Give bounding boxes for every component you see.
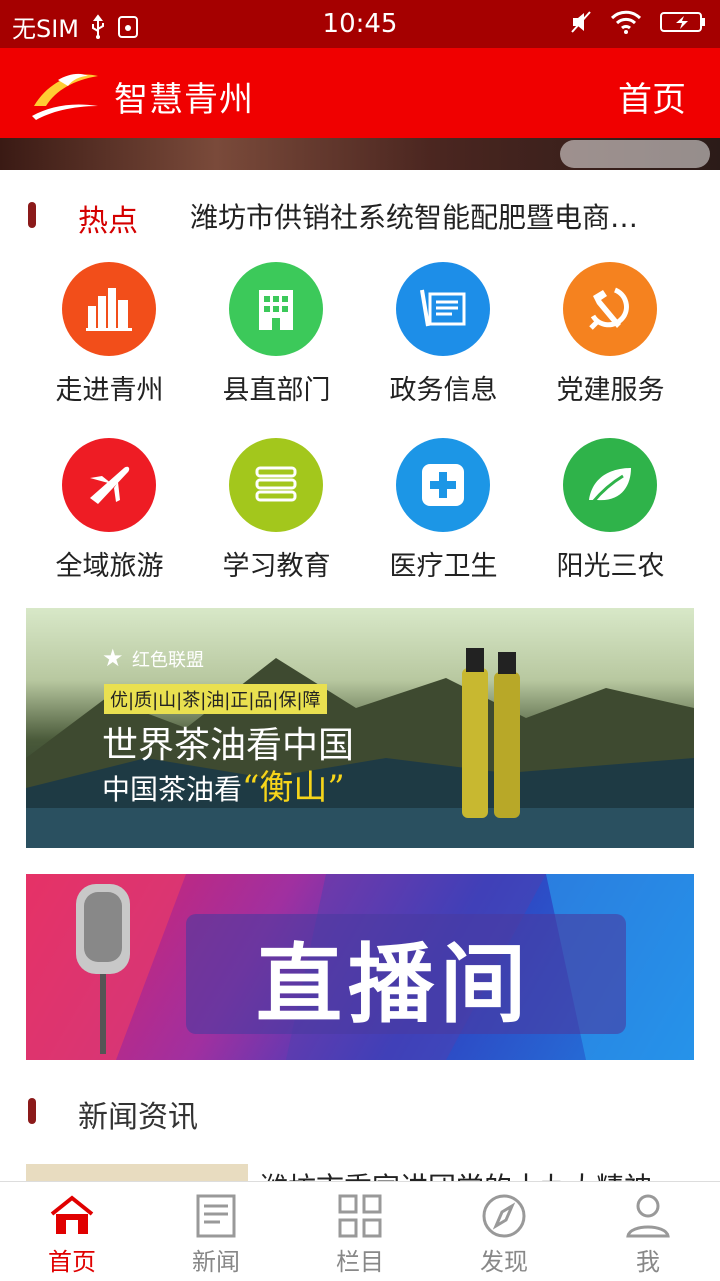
grid-item-6[interactable]: 医疗卫生 [360,434,527,610]
live-room-banner[interactable]: 直播间 [26,874,694,1060]
grid-item-2[interactable]: 政务信息 [360,258,527,434]
mute-icon [571,11,591,33]
grid-item-0[interactable]: 走进青州 [26,258,193,434]
tab-home[interactable]: 首页 [0,1182,144,1281]
leaf-icon [589,468,631,503]
grid-item-7[interactable]: 阳光三农 [527,434,694,610]
carousel-banner[interactable] [0,138,720,170]
tab-columns[interactable]: 栏目 [288,1182,432,1281]
medical-cross-icon [422,464,464,506]
app-title: 智慧青州 [114,80,254,120]
status-bar: 无SIM 10:45 [0,0,720,48]
hammer-sickle-icon [589,287,629,330]
columns-icon [338,1194,382,1238]
news-section-header: 新闻资讯 [0,1080,720,1140]
news-icon [196,1194,236,1238]
books-icon [255,466,297,502]
bottom-tab-bar: 首页 新闻 栏目 发现 我 [0,1181,720,1280]
grid-item-1[interactable]: 县直部门 [193,258,360,434]
document-icon [420,289,466,327]
profile-icon [626,1194,670,1238]
hot-headline[interactable]: 潍坊市供销社系统智能配肥暨电商… [190,196,680,236]
mic-icon [80,904,126,954]
tab-news[interactable]: 新闻 [144,1182,288,1281]
tab-profile[interactable]: 我 [576,1182,720,1281]
tab-discover[interactable]: 发现 [432,1182,576,1281]
section-marker [28,1098,36,1124]
building-icon [259,290,293,330]
airplane-icon [90,466,130,504]
grid-item-5[interactable]: 学习教育 [193,434,360,610]
home-icon [50,1195,94,1234]
home-link[interactable]: 首页 [618,72,686,121]
city-icon [86,288,132,331]
star-logo-icon: ★ [102,644,124,672]
tea-oil-ad-banner[interactable]: ★ 红色联盟 优|质|山|茶|油|正|品|保|障 世界茶油看中国 中国茶油看“衡… [26,608,694,848]
app-logo-icon [32,73,98,120]
wifi-icon [610,10,642,34]
app-header: 智慧青州 首页 [0,48,720,138]
battery-icon [660,12,705,32]
hot-label: 热点 [78,204,138,239]
grid-item-4[interactable]: 全域旅游 [26,434,193,610]
section-marker [28,202,36,228]
compass-icon [482,1194,526,1238]
grid-item-3[interactable]: 党建服务 [527,258,694,434]
hot-news-bar[interactable]: 热点 潍坊市供销社系统智能配肥暨电商… [0,170,720,258]
